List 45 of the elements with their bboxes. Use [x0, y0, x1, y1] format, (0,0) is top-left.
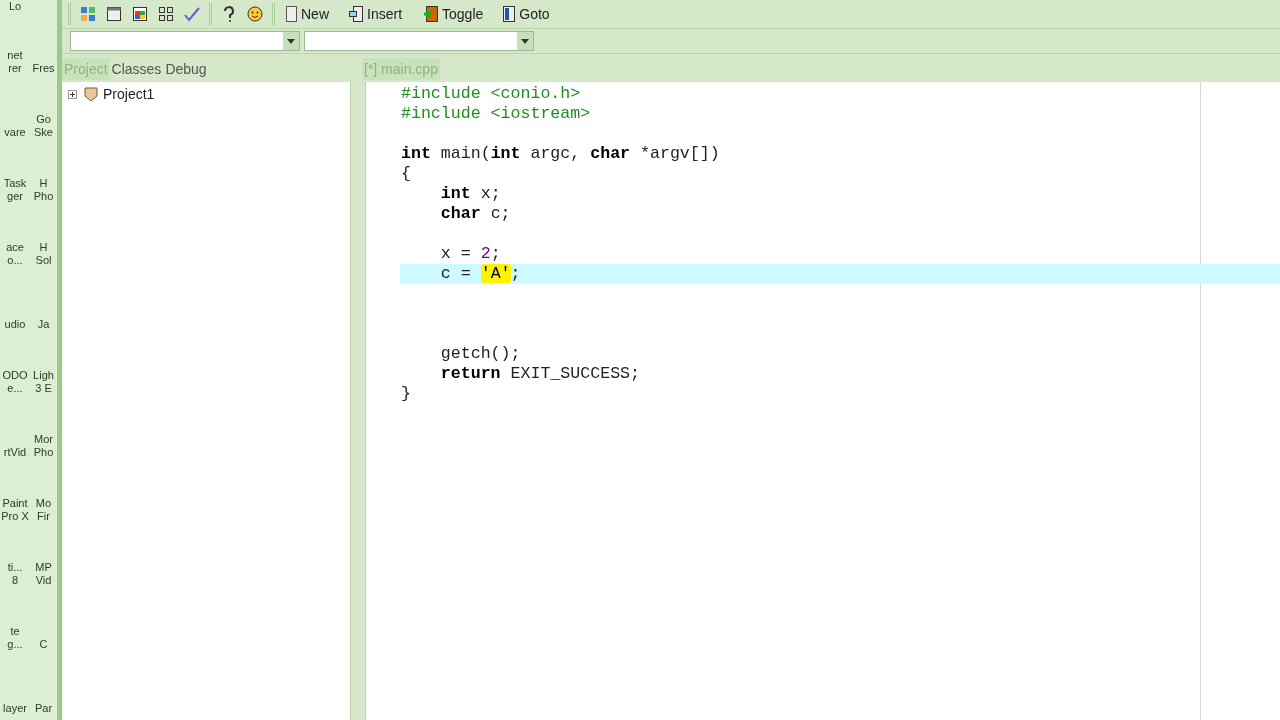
toolbar-button[interactable]: Toggle: [418, 3, 488, 25]
editor-line: #include <conio.h>: [400, 84, 582, 104]
desktop-icon-label[interactable]: te g...: [7, 625, 23, 651]
bookmark-icon: [422, 6, 439, 22]
expand-toggle-icon[interactable]: [68, 89, 77, 99]
desktop-icon-label[interactable]: ace o...: [6, 241, 24, 267]
bookmark-icon: [503, 6, 516, 22]
desktop-icon-label[interactable]: Mor Pho: [33, 433, 54, 459]
project-icon: [83, 86, 99, 102]
desktop-icon-label[interactable]: Par: [34, 702, 53, 715]
insert-icon: [349, 6, 363, 22]
toolbar-button[interactable]: Goto: [499, 3, 554, 25]
smiley-icon[interactable]: [244, 3, 266, 25]
desktop-icon-label[interactable]: Mo Fir: [35, 497, 52, 523]
editor-line: x = 2;: [439, 244, 502, 264]
desktop-icon-label[interactable]: Lo: [8, 0, 22, 14]
desktop-icon-label[interactable]: Task ger: [3, 177, 27, 203]
desktop-icon-label[interactable]: layer: [3, 702, 27, 715]
tree-item[interactable]: Project1: [103, 83, 155, 105]
desktop-icon-label[interactable]: ODO e...: [2, 369, 28, 395]
toolbar-button[interactable]: Insert: [345, 3, 407, 25]
editor-line: #include <iostream>: [400, 104, 592, 124]
editor-line: {: [400, 164, 412, 184]
desktop-icon-label[interactable]: ti... 8: [7, 561, 23, 587]
editor-line: int x;: [439, 184, 502, 204]
desktop-icon-label[interactable]: Ja: [37, 318, 50, 331]
desktop-icon-label[interactable]: H Pho: [33, 177, 54, 203]
editor-line: return EXIT_SUCCESS;: [439, 364, 641, 384]
desktop-icon-label[interactable]: Go Ske: [34, 113, 53, 139]
desktop-icon-label[interactable]: udio: [4, 318, 26, 331]
desktop-icon-label[interactable]: C: [39, 638, 48, 651]
desktop-icon-label[interactable]: rtVid: [3, 446, 27, 459]
page-icon: [285, 6, 297, 22]
desktop-icon-label[interactable]: H Sol: [35, 241, 52, 267]
editor-line: char c;: [439, 204, 512, 224]
desktop-icon-label[interactable]: MP Vid: [35, 561, 52, 587]
desktop-icon-label[interactable]: Ligh 3 E: [33, 369, 54, 395]
desktop-icon-label[interactable]: Paint Pro X: [1, 497, 29, 523]
editor-line: int main(int argc, char *argv[]): [400, 144, 721, 164]
desktop-icon-label[interactable]: Fres: [32, 62, 55, 75]
desktop-icon-label[interactable]: vare: [4, 126, 26, 139]
editor-line: }: [400, 384, 412, 404]
editor-line: getch();: [439, 344, 522, 364]
toolbar-button[interactable]: New: [281, 3, 333, 25]
desktop-icon-label[interactable]: net rer: [7, 49, 23, 75]
